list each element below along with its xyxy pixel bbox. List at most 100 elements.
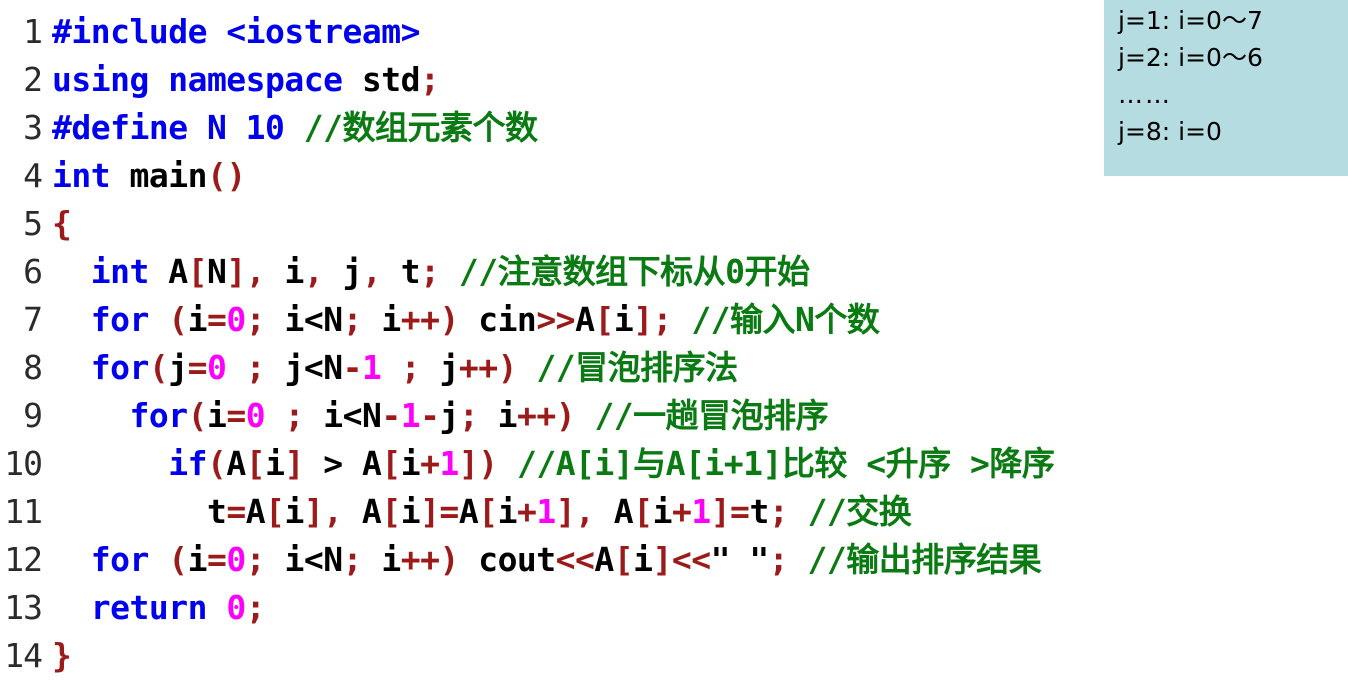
code-token-pun: ]=: [710, 492, 750, 531]
code-token-txt: A: [226, 444, 246, 483]
line-code: if(A[i] > A[i+1]) //A[i]与A[i+1]比较 <升序 >降…: [52, 440, 1055, 488]
code-line: 12 for (i=0; i<N; i++) cout<<A[i]<<" "; …: [0, 536, 1348, 584]
code-token-pun: ],: [555, 492, 595, 531]
code-token-pun: ;: [245, 300, 266, 339]
code-token-pun: ]): [458, 444, 498, 483]
code-token-pun: [: [478, 492, 498, 531]
line-number: 13: [4, 588, 43, 627]
annotation-line: j=8: i=0: [1118, 117, 1222, 146]
code-token-txt: main: [129, 156, 207, 195]
code-line: 11 t=A[i], A[i]=A[i+1], A[i+1]=t; //交换: [0, 488, 1348, 536]
code-token-kw: int: [90, 252, 169, 291]
code-token-kw: return: [90, 588, 227, 627]
code-line: 6 int A[N], i, j, t; //注意数组下标从0开始: [0, 248, 1348, 296]
code-token-num: 0: [226, 588, 246, 627]
line-number: 2: [23, 60, 43, 99]
line-code: using namespace std;: [52, 56, 440, 104]
line-code: #define N 10 //数组元素个数: [52, 104, 538, 152]
code-token-pun: (: [168, 300, 188, 339]
code-token-txt: A: [168, 252, 188, 291]
code-token-pun: ;: [245, 588, 266, 627]
code-token-txt: t: [52, 492, 227, 531]
code-token-cmt: //数组元素个数: [303, 108, 538, 147]
code-token-pun: (: [148, 348, 169, 387]
code-token-txt: i: [206, 396, 227, 435]
code-token-pun: [: [633, 492, 653, 531]
code-line: 14}: [0, 632, 1348, 680]
code-token-pun: ],: [303, 492, 343, 531]
code-token-txt: i: [187, 540, 208, 579]
line-number: 4: [23, 156, 43, 195]
code-token-pun: [: [381, 444, 401, 483]
code-token-txt: cout: [458, 540, 556, 579]
code-token-pun: ,: [361, 252, 382, 291]
code-token-txt: A: [575, 300, 595, 339]
code-token-txt: A: [594, 492, 634, 531]
code-token-txt: A: [458, 492, 479, 531]
code-token-txt: j: [420, 348, 459, 387]
code-token-num: 1: [361, 348, 382, 387]
loop-range-annotation-box: j=1: i=0～7 j=2: i=0～6 …… j=8: i=0: [1104, 0, 1348, 176]
code-token-txt: i: [361, 300, 401, 339]
code-token-pun: +: [671, 492, 692, 531]
code-line: 8 for(j=0 ; j<N-1 ; j++) //冒泡排序法: [0, 344, 1348, 392]
code-token-pun: ];: [633, 300, 672, 339]
code-line: 5{: [0, 200, 1348, 248]
line-number: 7: [23, 300, 43, 339]
line-code: #include <iostream>: [52, 8, 421, 56]
code-token-pun: ,: [303, 252, 324, 291]
code-token-pun: >>: [536, 300, 576, 339]
code-token-kw: int: [52, 156, 130, 195]
code-token-pun: (: [168, 540, 188, 579]
line-code: for(j=0 ; j<N-1 ; j++) //冒泡排序法: [52, 344, 738, 392]
line-code: int main(): [52, 152, 246, 200]
annotation-line: j=1: i=0～7: [1118, 6, 1263, 35]
line-number: 5: [23, 204, 43, 243]
line-code: {: [52, 200, 72, 248]
code-token-pun: [: [594, 300, 614, 339]
code-token-txt: j: [439, 396, 459, 435]
code-token-txt: t: [749, 492, 769, 531]
code-token-kw: using namespace: [52, 60, 362, 99]
line-number: 6: [23, 252, 43, 291]
code-token-txt: i: [613, 300, 634, 339]
line-number: 12: [4, 540, 43, 579]
code-token-str: " ": [710, 540, 770, 579]
code-line: 13 return 0;: [0, 584, 1348, 632]
code-token-cmt: //A[i]与A[i+1]比较 <升序 >降序: [516, 444, 1055, 483]
code-token-pun: (: [206, 444, 227, 483]
code-line: 10 if(A[i] > A[i+1]) //A[i]与A[i+1]比较 <升序…: [0, 440, 1348, 488]
code-token-pun: ;: [342, 540, 363, 579]
code-token-txt: i: [400, 492, 421, 531]
annotation-line: ……: [1118, 80, 1172, 109]
line-code: t=A[i], A[i]=A[i+1], A[i+1]=t; //交换: [52, 488, 912, 536]
code-token-txt: i: [400, 444, 421, 483]
code-token-txt: i: [284, 492, 304, 531]
code-token-kw: for: [90, 540, 169, 579]
code-token-kw: for: [129, 396, 188, 435]
code-token-cmt: //一趟冒泡排序: [594, 396, 829, 435]
code-token-txt: i: [265, 444, 285, 483]
line-number: 9: [23, 396, 43, 435]
line-code: for(i=0 ; i<N-1-j; i++) //一趟冒泡排序: [52, 392, 828, 440]
code-token-cmt: //冒泡排序法: [536, 348, 738, 387]
code-token-pun: =: [187, 348, 208, 387]
code-token-cmt: //输出排序结果: [807, 540, 1042, 579]
code-token-txt: j: [168, 348, 188, 387]
code-token-pun: ],: [226, 252, 266, 291]
code-token-pre: #include <iostream>: [52, 12, 421, 51]
code-token-pun: ;: [284, 396, 304, 435]
